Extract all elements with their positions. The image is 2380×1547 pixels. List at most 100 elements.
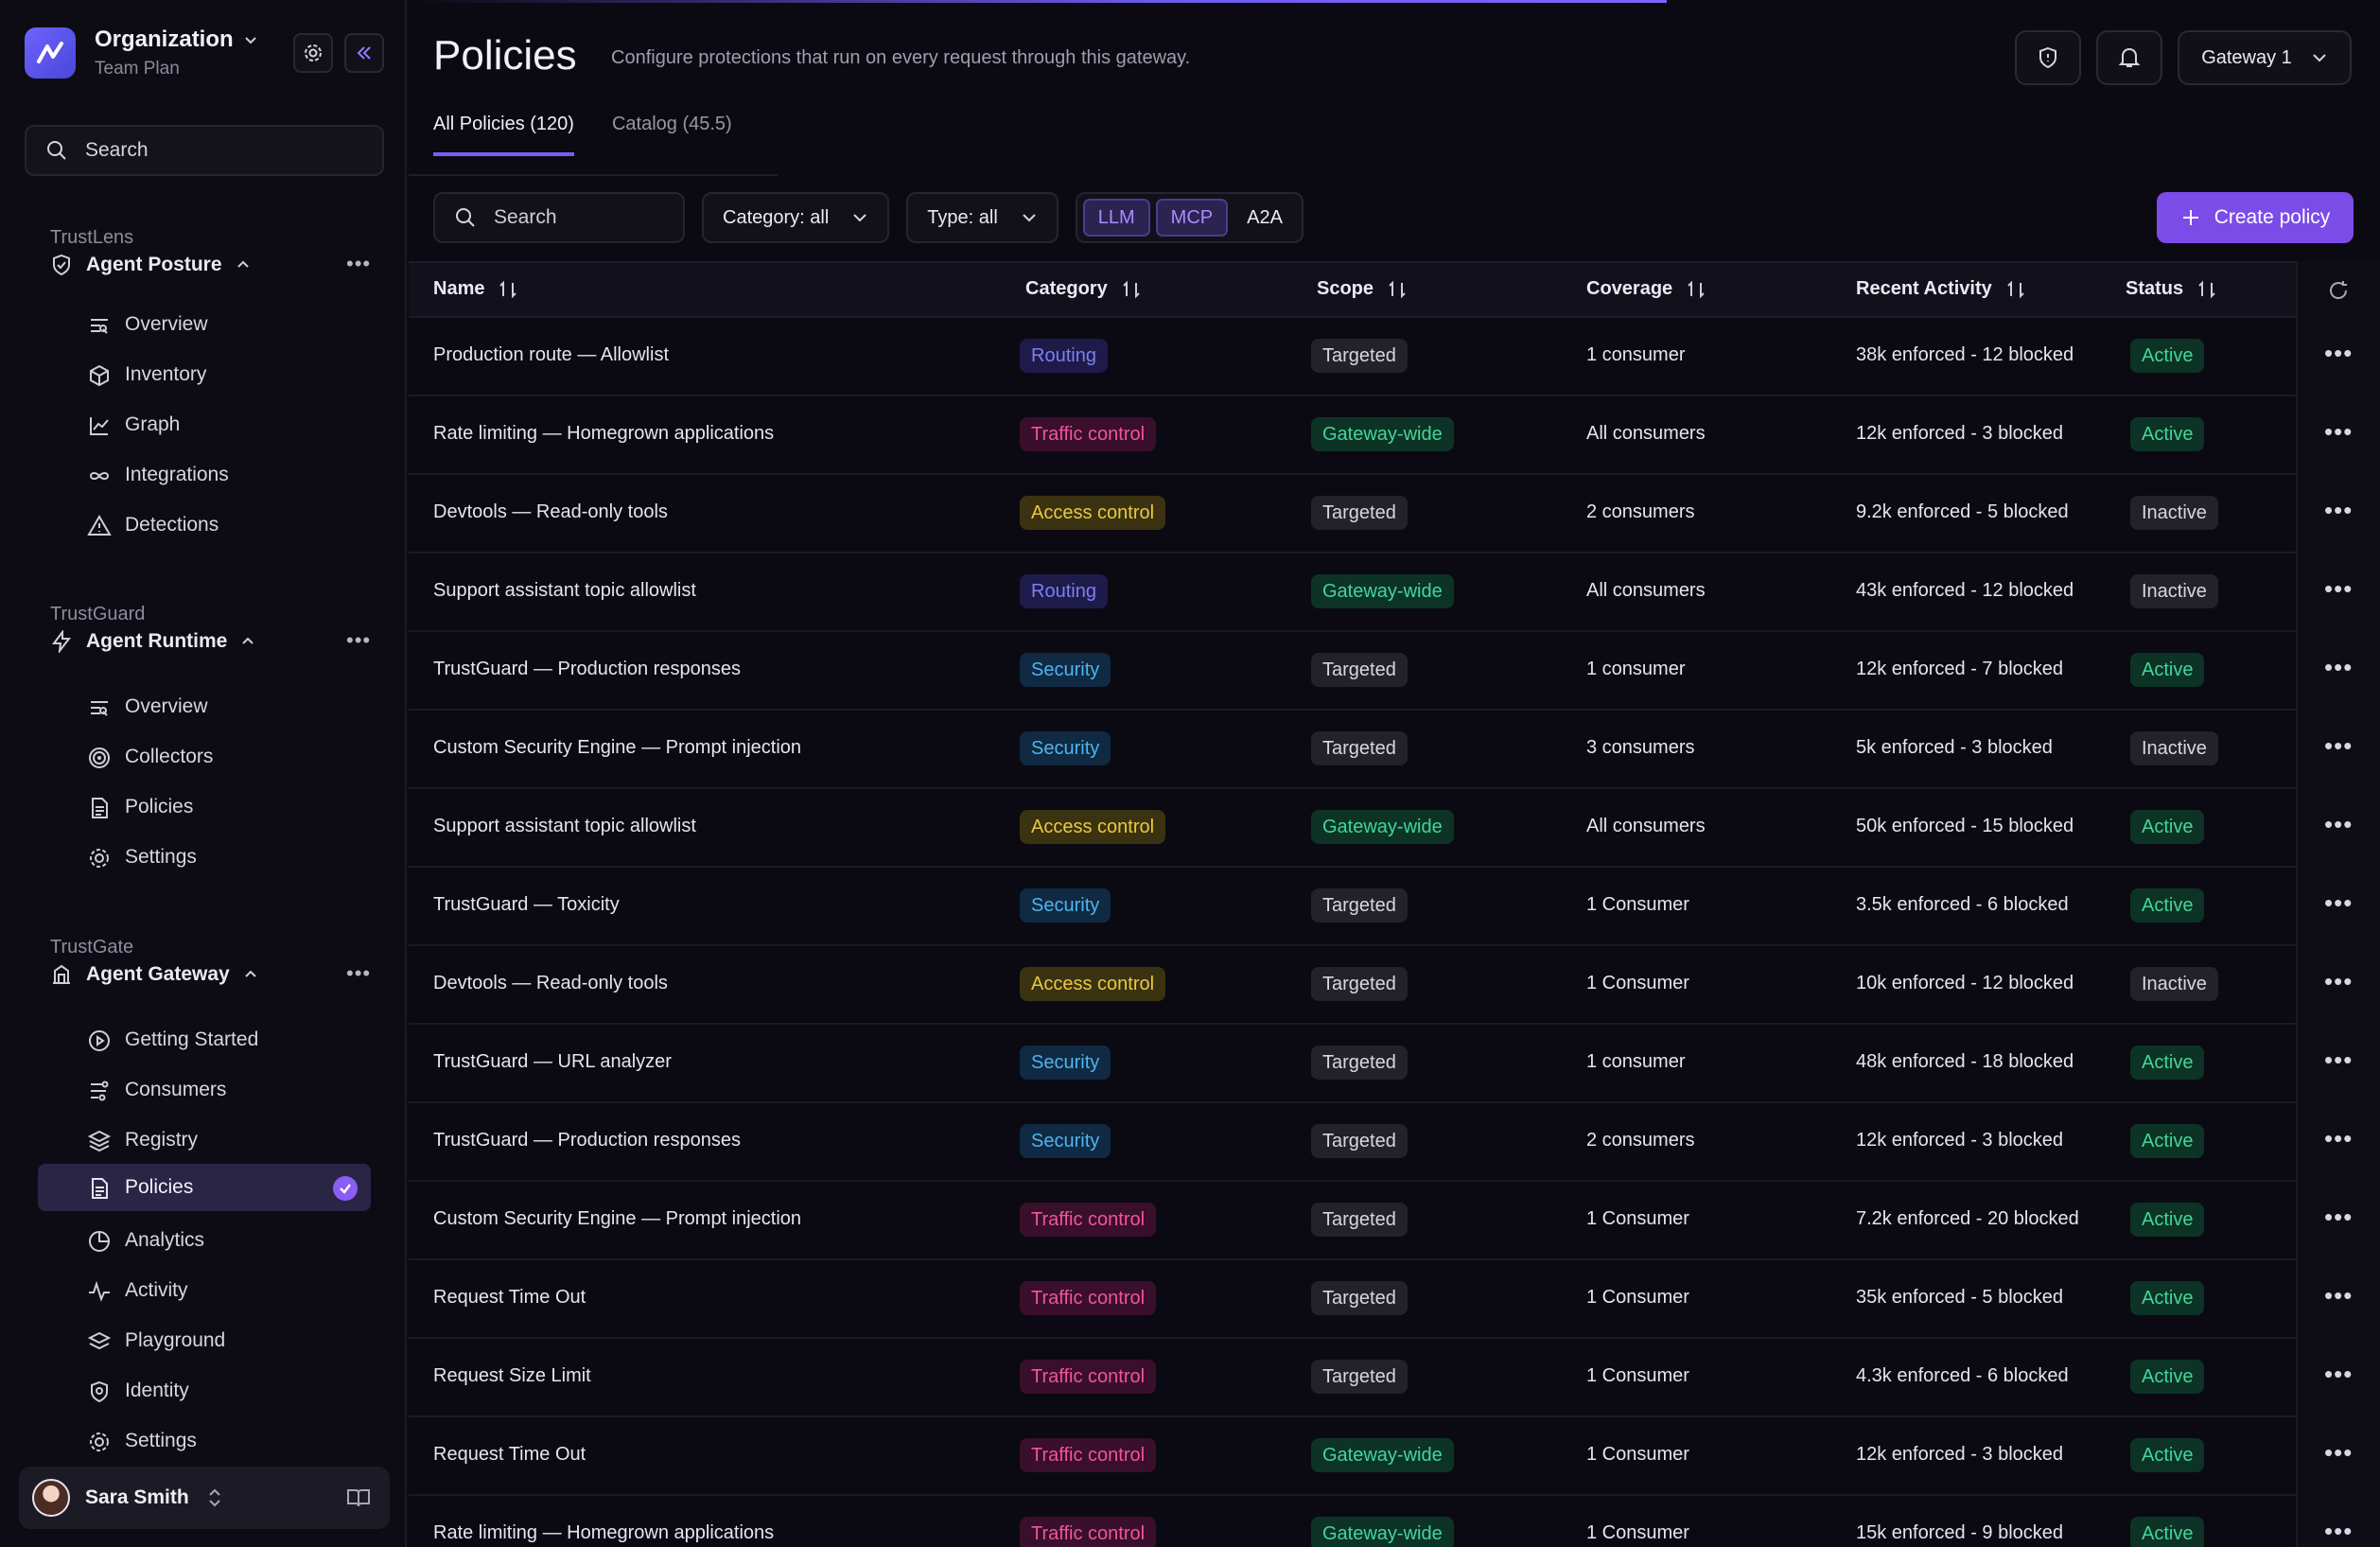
status-badge: Active [2130,1281,2205,1315]
collapse-sidebar-button[interactable] [344,33,384,73]
row-actions-button[interactable]: ••• [2324,496,2353,525]
scope-badge: Targeted [1311,339,1408,373]
book-icon[interactable] [346,1487,371,1508]
section-header-agent-posture[interactable]: Agent Posture [50,254,251,276]
scope-badge: Targeted [1311,731,1408,765]
status-badge: Inactive [2130,574,2218,608]
create-policy-button[interactable]: Create policy [2157,192,2354,243]
table-row[interactable]: TrustGuard — Toxicity Security Targeted 1 C… [409,868,2380,946]
sidebar-item-runtime-settings[interactable]: Settings [38,834,371,881]
section-header-agent-runtime[interactable]: Agent Runtime [50,630,255,653]
scope-badge: Targeted [1311,967,1408,1001]
org-switcher[interactable]: Organization Team Plan [25,26,258,79]
table-row[interactable]: TrustGuard — Production responses Securit… [409,1103,2380,1182]
sidebar-item-runtime-policies[interactable]: Policies [38,783,371,831]
gateway-select[interactable]: Gateway 1 [2178,30,2352,85]
toggle-mcp[interactable]: MCP [1155,199,1229,237]
row-actions-button[interactable]: ••• [2324,653,2353,682]
row-actions-button[interactable]: ••• [2324,417,2353,447]
tab-all-policies[interactable]: All Policies (120) [433,114,574,156]
row-actions-button[interactable]: ••• [2324,967,2353,996]
sidebar-item-identity[interactable]: Identity [38,1367,371,1415]
table-row[interactable]: Rate limiting — Homegrown applications Tr… [409,1496,2380,1547]
tab-catalog[interactable]: Catalog (45.5) [612,114,732,156]
row-actions-button[interactable]: ••• [2324,888,2353,918]
toggle-llm[interactable]: LLM [1082,199,1150,237]
table-row[interactable]: Devtools — Read-only tools Access control… [409,475,2380,554]
sidebar-item-registry[interactable]: Registry [38,1116,371,1164]
shield-icon [2039,46,2056,69]
shield-button[interactable] [2015,30,2081,85]
sidebar-search-input[interactable]: Search [25,125,384,176]
sidebar-item-collectors[interactable]: Collectors [38,733,371,781]
column-header-recent-activity[interactable]: Recent Activity [1856,278,2026,300]
chevron-up-icon [236,260,249,268]
sidebar-item-integrations[interactable]: Integrations [38,451,371,499]
gear-icon [90,1433,109,1451]
table-row[interactable]: Custom Security Engine — Prompt injectio… [409,711,2380,789]
sidebar-item-policies[interactable]: Policies [38,1164,371,1211]
type-filter[interactable]: Type: all [906,192,1059,243]
sidebar-item-label: Settings [125,1430,197,1451]
coverage-text: 2 consumers [1586,501,1695,522]
row-actions-button[interactable]: ••• [2324,339,2353,368]
notifications-button[interactable] [2096,30,2162,85]
row-actions-button[interactable]: ••• [2324,574,2353,604]
sidebar-item-runtime-overview[interactable]: Overview [38,683,371,730]
policy-search-input[interactable]: Search [433,192,685,243]
table-row[interactable]: Production route — Allowlist Routing Targe… [409,318,2380,396]
table-row[interactable]: TrustGuard — Production responses Securit… [409,632,2380,711]
toggle-a2a[interactable]: A2A [1234,199,1296,237]
table-row[interactable]: Devtools — Read-only tools Access control… [409,946,2380,1025]
refresh-icon[interactable] [2326,278,2351,303]
row-actions-button[interactable]: ••• [2324,810,2353,839]
avatar [32,1479,70,1517]
coverage-text: 1 consumer [1586,344,1686,365]
sidebar-item-overview[interactable]: Overview [38,301,371,348]
row-actions-button[interactable]: ••• [2324,1517,2353,1546]
table-row[interactable]: Support assistant topic allowlist Access … [409,789,2380,868]
sidebar-item-getting-started[interactable]: Getting Started [38,1016,371,1064]
sidebar-item-activity[interactable]: Activity [38,1267,371,1314]
sidebar-item-gateway-settings[interactable]: Settings [38,1417,371,1465]
row-actions-button[interactable]: ••• [2324,1281,2353,1310]
section-more-button[interactable]: ••• [346,961,371,986]
section-header-agent-gateway[interactable]: Agent Gateway [50,963,258,986]
column-header-name[interactable]: Name [433,278,518,300]
row-actions-button[interactable]: ••• [2324,731,2353,761]
section-more-button[interactable]: ••• [346,252,371,276]
column-header-status[interactable]: Status [2126,278,2217,300]
row-actions-button[interactable]: ••• [2324,1124,2353,1153]
column-header-coverage[interactable]: Coverage [1586,278,1706,300]
settings-button[interactable] [293,33,333,73]
sidebar-item-graph[interactable]: Graph [38,401,371,448]
row-actions-button[interactable]: ••• [2324,1046,2353,1075]
table-row[interactable]: Support assistant topic allowlist Routing… [409,554,2380,632]
activity-text: 15k enforced - 9 blocked [1856,1522,2064,1543]
table-row[interactable]: Request Time Out Traffic control Targeted 1… [409,1260,2380,1339]
user-menu[interactable]: Sara Smith [19,1467,390,1529]
sidebar-item-label: Playground [125,1329,226,1351]
table-row[interactable]: Request Size Limit Traffic control Targete… [409,1339,2380,1417]
table-row[interactable]: Custom Security Engine — Prompt injectio… [409,1182,2380,1260]
row-actions-button[interactable]: ••• [2324,1203,2353,1232]
section-more-button[interactable]: ••• [346,628,371,653]
column-header-scope[interactable]: Scope [1317,278,1408,300]
table-row[interactable]: Request Time Out Traffic control Gateway-w… [409,1417,2380,1496]
sidebar-item-analytics[interactable]: Analytics [38,1217,371,1264]
sidebar-item-inventory[interactable]: Inventory [38,351,371,398]
coverage-text: 1 Consumer [1586,1365,1689,1386]
layers-icon [87,1130,112,1152]
category-filter[interactable]: Category: all [702,192,890,243]
sidebar-item-detections[interactable]: Detections [38,501,371,549]
row-actions-button[interactable]: ••• [2324,1360,2353,1389]
status-badge: Active [2130,653,2205,687]
tab-label: Catalog [611,114,677,134]
table-row[interactable]: Rate limiting — Homegrown applications Tr… [409,396,2380,475]
search-placeholder: Search [494,206,557,228]
sidebar-item-consumers[interactable]: Consumers [38,1066,371,1114]
sidebar-item-playground[interactable]: Playground [38,1317,371,1364]
row-actions-button[interactable]: ••• [2324,1438,2353,1468]
column-header-category[interactable]: Category [1025,278,1142,300]
table-row[interactable]: TrustGuard — URL analyzer Security Targete… [409,1025,2380,1103]
